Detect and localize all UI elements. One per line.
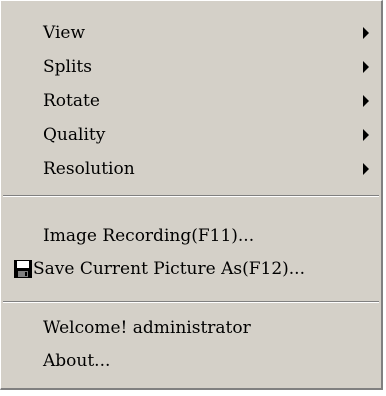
- menu-item-resolution[interactable]: Resolution: [1, 152, 381, 186]
- menu-item-about[interactable]: About...: [1, 344, 381, 378]
- menu-item-rotate[interactable]: Rotate: [1, 84, 381, 118]
- menu-item-label: Save Current Picture As(F12)...: [33, 259, 305, 279]
- menu-item-label: About...: [43, 351, 111, 371]
- menu-item-save-current-picture[interactable]: Save Current Picture As(F12)...: [1, 252, 381, 286]
- menu-item-label: Rotate: [43, 91, 100, 111]
- menu-separator: [3, 195, 379, 197]
- context-menu: View Splits Rotate Quality Resolution Im…: [0, 0, 383, 390]
- menu-item-splits[interactable]: Splits: [1, 50, 381, 84]
- floppy-disk-icon: [14, 260, 32, 278]
- menu-item-label: View: [43, 23, 86, 43]
- menu-item-welcome[interactable]: Welcome! administrator: [1, 311, 381, 345]
- submenu-arrow-icon: [363, 27, 369, 39]
- submenu-arrow-icon: [363, 95, 369, 107]
- menu-item-label: Quality: [43, 125, 106, 145]
- menu-item-label: Splits: [43, 57, 92, 77]
- menu-item-quality[interactable]: Quality: [1, 118, 381, 152]
- menu-item-image-recording[interactable]: Image Recording(F11)...: [1, 219, 381, 253]
- menu-item-label: Welcome! administrator: [43, 318, 251, 338]
- submenu-arrow-icon: [363, 61, 369, 73]
- submenu-arrow-icon: [363, 129, 369, 141]
- menu-item-label: Resolution: [43, 159, 135, 179]
- menu-item-label: Image Recording(F11)...: [43, 226, 255, 246]
- submenu-arrow-icon: [363, 163, 369, 175]
- menu-item-view[interactable]: View: [1, 16, 381, 50]
- menu-separator: [3, 301, 379, 303]
